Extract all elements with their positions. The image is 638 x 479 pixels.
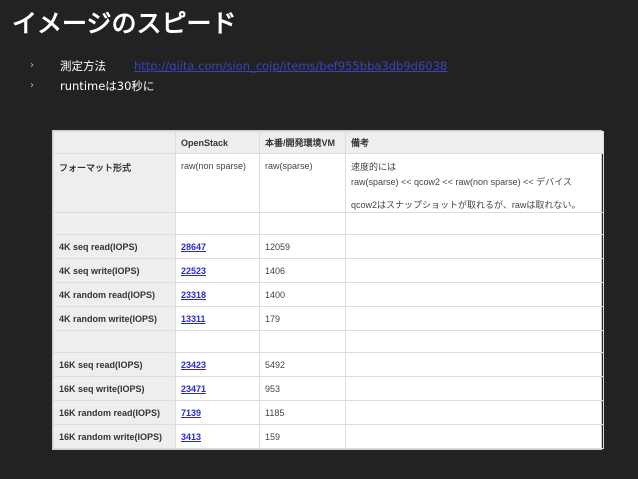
format-notes: 速度的には raw(sparse) << qcow2 << raw(non sp… bbox=[345, 153, 604, 213]
row-label: 16K random read(IOPS) bbox=[53, 400, 176, 425]
vm-value: 179 bbox=[259, 306, 346, 331]
format-vm: raw(sparse) bbox=[259, 153, 346, 213]
table-row: 16K random read(IOPS) 7139 1185 bbox=[53, 400, 604, 425]
table-row: 4K seq read(IOPS) 28647 12059 bbox=[53, 234, 604, 259]
comparison-table: OpenStack 本番/開発環境VM 備考 フォーマット形式 raw(non … bbox=[53, 131, 604, 449]
row-label: 16K seq write(IOPS) bbox=[53, 376, 176, 401]
vm-value: 1400 bbox=[259, 282, 346, 307]
header-empty bbox=[53, 131, 176, 154]
notes-cell bbox=[345, 258, 604, 283]
notes-cell bbox=[345, 306, 604, 331]
table-row: 4K random write(IOPS) 13311 179 bbox=[53, 306, 604, 331]
openstack-value-link[interactable]: 22523 bbox=[175, 258, 260, 283]
table-header-row: OpenStack 本番/開発環境VM 備考 bbox=[53, 131, 604, 154]
note-line: raw(sparse) << qcow2 << raw(non sparse) … bbox=[351, 177, 572, 187]
comparison-table-panel: OpenStack 本番/開発環境VM 備考 フォーマット形式 raw(non … bbox=[52, 130, 604, 450]
slide-title: イメージのスピード bbox=[12, 9, 237, 38]
vm-value: 1185 bbox=[259, 400, 346, 425]
openstack-value-link[interactable]: 28647 bbox=[175, 234, 260, 259]
notes-cell bbox=[345, 282, 604, 307]
bullet-marker-icon: › bbox=[30, 60, 34, 71]
row-label: 4K random read(IOPS) bbox=[53, 282, 176, 307]
table-row: 4K seq write(IOPS) 22523 1406 bbox=[53, 258, 604, 283]
note-line: qcow2はスナップショットが取れるが、rawは取れない。 bbox=[351, 200, 581, 210]
header-vm: 本番/開発環境VM bbox=[259, 131, 346, 154]
table-row: 16K seq read(IOPS) 23423 5492 bbox=[53, 352, 604, 377]
spacer-row bbox=[53, 212, 604, 235]
openstack-value-link[interactable]: 13311 bbox=[175, 306, 260, 331]
openstack-value-link[interactable]: 3413 bbox=[175, 424, 260, 449]
vm-value: 5492 bbox=[259, 352, 346, 377]
notes-cell bbox=[345, 352, 604, 377]
row-label: 4K seq write(IOPS) bbox=[53, 258, 176, 283]
table-row: 16K random write(IOPS) 3413 159 bbox=[53, 424, 604, 449]
format-openstack: raw(non sparse) bbox=[175, 153, 260, 213]
openstack-value-link[interactable]: 7139 bbox=[175, 400, 260, 425]
row-label: 4K seq read(IOPS) bbox=[53, 234, 176, 259]
notes-cell bbox=[345, 376, 604, 401]
vm-value: 1406 bbox=[259, 258, 346, 283]
vm-value: 159 bbox=[259, 424, 346, 449]
bullet-list: › 測定方法 http://qiita.com/sion_cojp/items/… bbox=[30, 56, 447, 96]
bullet-label: 測定方法 bbox=[60, 59, 106, 73]
bullet-marker-icon: › bbox=[30, 80, 34, 91]
row-label: 16K random write(IOPS) bbox=[53, 424, 176, 449]
table-row: 16K seq write(IOPS) 23471 953 bbox=[53, 376, 604, 401]
vm-value: 12059 bbox=[259, 234, 346, 259]
bullet-label: runtimeは30秒に bbox=[60, 79, 155, 93]
openstack-value-link[interactable]: 23471 bbox=[175, 376, 260, 401]
row-label: 16K seq read(IOPS) bbox=[53, 352, 176, 377]
openstack-value-link[interactable]: 23318 bbox=[175, 282, 260, 307]
row-label: 4K random write(IOPS) bbox=[53, 306, 176, 331]
bullet-item-runtime: › runtimeは30秒に bbox=[30, 76, 447, 96]
format-label: フォーマット形式 bbox=[53, 153, 176, 213]
vm-value: 953 bbox=[259, 376, 346, 401]
note-line: 速度的には bbox=[351, 162, 397, 172]
header-openstack: OpenStack bbox=[175, 131, 260, 154]
spacer-row bbox=[53, 330, 604, 353]
bullet-item-method: › 測定方法 http://qiita.com/sion_cojp/items/… bbox=[30, 56, 447, 76]
openstack-value-link[interactable]: 23423 bbox=[175, 352, 260, 377]
header-notes: 備考 bbox=[345, 131, 604, 154]
notes-cell bbox=[345, 424, 604, 449]
format-row: フォーマット形式 raw(non sparse) raw(sparse) 速度的… bbox=[53, 153, 604, 213]
method-link[interactable]: http://qiita.com/sion_cojp/items/bef955b… bbox=[134, 56, 447, 76]
notes-cell bbox=[345, 234, 604, 259]
table-row: 4K random read(IOPS) 23318 1400 bbox=[53, 282, 604, 307]
notes-cell bbox=[345, 400, 604, 425]
